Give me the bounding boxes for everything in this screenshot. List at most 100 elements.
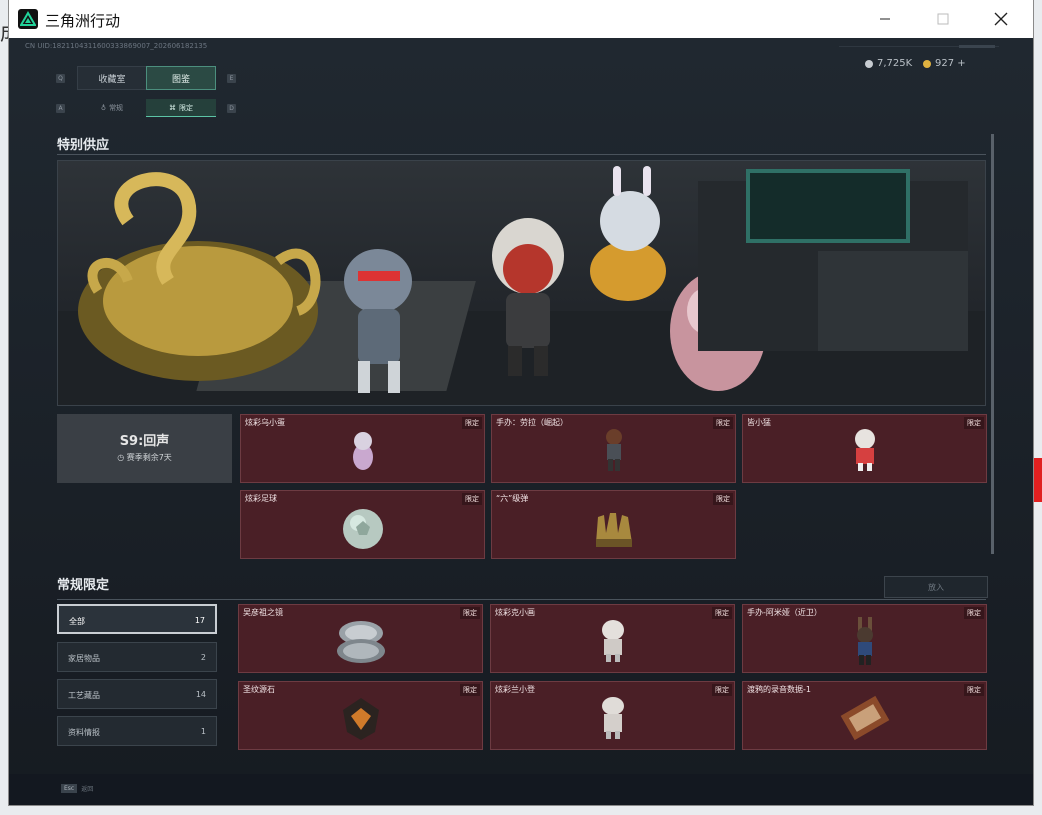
special-supply-divider: [57, 154, 986, 155]
currency-silver: 7,725K: [865, 58, 912, 69]
lara-figure-icon: [605, 429, 622, 471]
subtab-regular-label: 常规: [109, 104, 124, 112]
game-viewport: CN UID:1821104311600333869007_2026061821…: [9, 38, 1033, 805]
item-name: “六”级弹: [496, 494, 529, 503]
maximize-button[interactable]: [914, 0, 972, 38]
special-supply-banner[interactable]: [57, 160, 986, 406]
item-name: 手办-阿米娅（近卫）: [747, 608, 822, 617]
app-logo-icon: [18, 9, 38, 29]
limited-badge: 限定: [462, 417, 482, 429]
chibi-figure-icon: [854, 429, 875, 471]
item-name: 炫彩克小画: [495, 608, 535, 617]
esc-key: Esc: [61, 784, 78, 793]
minimize-icon: [880, 18, 890, 20]
regular-limited-divider: [57, 599, 986, 600]
subtab-regular-icon: ♁: [100, 104, 107, 112]
close-icon: [994, 12, 1008, 26]
season-title: S9:回声: [119, 434, 170, 449]
limited-badge: 限定: [964, 417, 984, 429]
desktop-red-tab: [1034, 458, 1042, 502]
banner-artwork: [58, 166, 985, 405]
put-in-button[interactable]: 放入: [884, 576, 988, 598]
title-bar: 三角洲行动: [9, 0, 1033, 39]
chibi-figure-icon: [601, 697, 624, 739]
filter-label: 资料情报: [68, 728, 100, 737]
item-card[interactable]: 炫彩兰小登 限定: [490, 681, 735, 750]
item-card[interactable]: 圣纹源石 限定: [238, 681, 483, 750]
limited-badge: 限定: [964, 607, 984, 619]
close-button[interactable]: [972, 0, 1030, 38]
content-scrollbar[interactable]: [991, 134, 994, 554]
originium-icon: [342, 698, 379, 740]
item-name: 炫彩乌小蛋: [245, 418, 285, 427]
clock-icon: ◷: [117, 453, 125, 462]
limited-badge: 限定: [713, 417, 733, 429]
currency-gold[interactable]: 927 +: [923, 58, 966, 69]
subtab-limited[interactable]: ⌘ 限定: [146, 99, 216, 117]
limited-badge: 限定: [460, 607, 480, 619]
back-hint[interactable]: Esc 返回: [61, 784, 93, 793]
egg-figure-icon: [352, 432, 373, 470]
next-tab-key[interactable]: E: [227, 74, 236, 83]
item-name: 吴彦祖之镜: [243, 608, 283, 617]
football-icon: [342, 509, 383, 549]
limited-badge: 限定: [460, 684, 480, 696]
item-card[interactable]: 吴彦祖之镜 限定: [238, 604, 483, 673]
amiya-figure-icon: [856, 617, 873, 665]
gold-coin-icon: [923, 59, 931, 68]
limited-badge: 限定: [713, 493, 733, 505]
back-label: 返回: [81, 786, 94, 793]
item-name: 渡鸦的录音数据-1: [747, 685, 811, 694]
filter-craft-collectibles[interactable]: 工艺藏品 14: [57, 679, 217, 709]
player-uid: CN UID:1821104311600333869007_2026061821…: [25, 42, 208, 50]
window-title: 三角洲行动: [45, 12, 121, 30]
item-name: 圣纹源石: [243, 685, 275, 694]
special-supply-title: 特别供应: [57, 138, 110, 153]
filter-count: 1: [200, 727, 206, 736]
filter-intel-data[interactable]: 资料情报 1: [57, 716, 217, 746]
item-name: 炫彩足球: [245, 494, 277, 503]
season-remaining: ◷ 赛季剩余7天: [57, 452, 232, 463]
subtab-limited-label: 限定: [179, 103, 193, 112]
prev-subtab-key[interactable]: A: [56, 104, 65, 113]
filter-all[interactable]: 全部 17: [57, 604, 217, 634]
season-remaining-text: 赛季剩余7天: [126, 453, 172, 462]
filter-home-items[interactable]: 家居物品 2: [57, 642, 217, 672]
item-card[interactable]: 炫彩足球 限定: [240, 490, 485, 559]
limited-badge: 限定: [712, 607, 732, 619]
season-panel: S9:回声 ◷ 赛季剩余7天: [57, 414, 232, 483]
item-card[interactable]: “六”级弹 限定: [491, 490, 736, 559]
limited-badge: 限定: [964, 684, 984, 696]
item-card[interactable]: 渡鸦的录音数据-1 限定: [742, 681, 987, 750]
regular-limited-title: 常规限定: [57, 578, 110, 593]
prev-tab-key[interactable]: Q: [56, 74, 65, 83]
app-window: 三角洲行动 CN UID:1821104311600333869007_2026…: [9, 0, 1033, 805]
maximize-icon: [937, 13, 949, 25]
currency-gold-value: 927 +: [935, 58, 966, 69]
item-name: 炫彩兰小登: [495, 685, 535, 694]
tab-collection-room[interactable]: 收藏室: [77, 66, 147, 90]
recorder-icon: [840, 695, 889, 741]
next-subtab-key[interactable]: D: [227, 104, 236, 113]
limited-badge: 限定: [462, 493, 482, 505]
item-card[interactable]: 手办-阿米娅（近卫） 限定: [742, 604, 987, 673]
item-name: 皆小猛: [747, 418, 771, 427]
chibi-figure-icon: [601, 620, 624, 662]
filter-count: 14: [195, 690, 206, 699]
silver-coin-icon: [865, 59, 873, 68]
item-card[interactable]: 皆小猛 限定: [742, 414, 987, 483]
gloves-icon: [595, 513, 632, 547]
minimize-button[interactable]: [856, 0, 914, 38]
item-card[interactable]: 炫彩克小画 限定: [490, 604, 735, 673]
filter-label: 工艺藏品: [68, 691, 100, 700]
compact-mirror-icon: [336, 621, 385, 663]
item-card[interactable]: 炫彩乌小蛋 限定: [240, 414, 485, 483]
item-card[interactable]: 手办：劳拉（崛起） 限定: [491, 414, 736, 483]
currency-silver-value: 7,725K: [877, 58, 913, 69]
filter-count: 17: [194, 616, 205, 625]
subtab-regular[interactable]: ♁ 常规: [77, 99, 147, 117]
filter-label: 全部: [69, 617, 85, 626]
footer-bar: Esc 返回: [9, 774, 1033, 805]
top-handle: [959, 45, 995, 48]
tab-codex[interactable]: 图鉴: [146, 66, 216, 90]
